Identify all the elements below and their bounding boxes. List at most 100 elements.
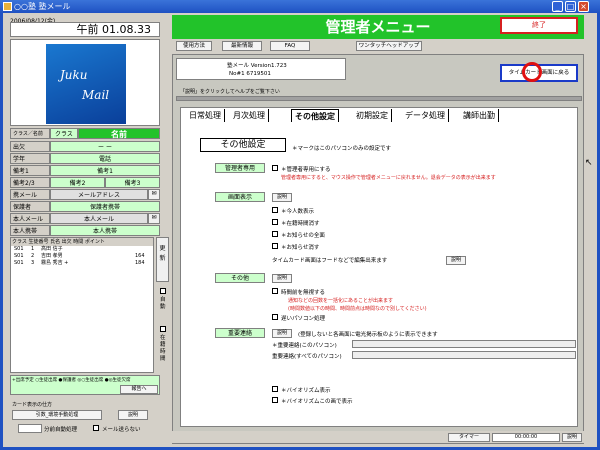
student-row[interactable]: S01 2 吉田 孝男 164 [11,253,153,260]
update-button[interactable]: 更新 [156,237,169,282]
minutes-label: 分前自動処理 [44,427,78,433]
important-help-button[interactable]: 説明 [272,329,292,338]
clock-display: 午前 01.08.33 [10,22,160,37]
menu-onetouch[interactable]: ワンタッチヘッドアップ [356,41,422,51]
minutes-input[interactable] [18,424,42,433]
attend-time-checkbox[interactable] [160,326,166,332]
menu-faq[interactable]: FAQ [270,41,310,51]
info-value-6: 本人メール [50,213,148,224]
display-label-3: ＊お知らせ消す [281,245,320,251]
class-value: クラス [50,128,78,139]
version-app: 塾メール Version1.723 [227,63,287,69]
display-label-1: ＊在籍時間消す [281,221,320,227]
info-label-5: 保護者 [10,201,50,212]
section-heading: その他設定 [200,138,286,152]
admin-only-label: ＊管理者専用にする [281,167,331,173]
cursor-icon: ↖ [585,158,593,168]
ignore-time-checkbox[interactable] [272,288,278,294]
student-name: 名前 [78,128,160,139]
important-title: 重要連絡 [215,328,265,338]
close-button[interactable]: × [578,1,589,12]
important-desc: (登録しないと各画面に電光掲示板のように表示できます [298,332,438,338]
display-label-0: ＊今人数表示 [281,209,315,215]
info-label-3: 備考2/3 [10,177,50,188]
info-label-7: 本人携帯 [10,225,50,236]
legend-text: +出席予定 ○生徒出席 ●保護者 ◎○生徒出席 ●◎生徒欠席 [12,378,131,383]
display-chk-2[interactable] [272,231,278,237]
auto-label: 自動 [160,297,166,310]
timer-value: 00:00:00 [492,433,560,442]
ignore-time-note-1: 通知などの回数を一括化にあることが出来ます [288,298,394,304]
exit-button[interactable]: 終了 [500,17,578,34]
biorhythm-checkbox[interactable] [272,386,278,392]
no-mail-label: メール送らない [102,427,141,433]
tab-other-settings[interactable]: その他設定 [291,109,339,122]
card-mode-select[interactable]: 引数_環境手動処理 [12,410,102,420]
mail-send-button-2[interactable]: ✉ [148,213,160,224]
maximize-button[interactable]: □ [565,1,576,12]
other-title: その他 [215,273,265,283]
info-value-2: 備考1 [50,165,160,176]
tab-data[interactable]: データ処理 [402,109,449,122]
info-label-4: 携メール [10,189,50,200]
admin-only-note: 管理者専用にすると、マウス操作で管理者メニューに戻れません。退会データの表示が出… [281,175,496,181]
content-area [180,107,578,427]
display-title: 画面表示 [215,192,265,202]
card-display-title: カード表示の仕方 [12,402,53,408]
window-title: ○○塾 塾メール [0,0,600,13]
info-value-0: ー ー [50,141,160,152]
timecard-help-button[interactable]: 説明 [446,256,466,265]
tab-daily[interactable]: 日常処理 [186,109,225,122]
section-heading-note: ＊マークはこのパソコンのみの設定です [292,146,392,152]
app-icon [3,2,12,11]
report-button[interactable]: 報告へ [120,385,158,394]
display-help-button[interactable]: 説明 [272,193,292,202]
ignore-time-label: 時間前を無視する [281,290,326,296]
tab-teacher[interactable]: 講師出勤 [460,109,499,122]
auto-checkbox[interactable] [160,288,166,294]
slow-pc-label: 遅いパソコン処理 [281,316,326,322]
ignore-time-note-2: (時間数値以下の時間、時間前点は時間なので別してください) [288,306,427,312]
card-help-button[interactable]: 説明 [118,410,148,420]
tab-initial-settings[interactable]: 初期設定 [353,109,392,122]
no-mail-checkbox[interactable] [93,425,99,431]
tab-monthly[interactable]: 月次処理 [230,109,269,122]
juku-mail-logo: Juku Mail [46,44,126,124]
student-row[interactable]: S01 1 高田 信子 [11,246,153,253]
student-row[interactable]: S01 3 霧島 秀吉 +184 [11,260,153,267]
timecard-edit-label: タイムカード画面はフードなどで編集出来ます [272,258,388,264]
highlight-circle [522,62,542,82]
slow-pc-checkbox[interactable] [272,314,278,320]
class-name-label: クラス／名前 [10,128,50,139]
biorhythm-here-label: ＊バイオリズムこの画で表示 [281,399,353,405]
info-value-4: メールアドレス [50,189,148,200]
divider-bar [176,96,582,101]
student-list-header: クラス 生徒番号 氏名 出欠 時間 ポイント [11,238,153,246]
important-all-input[interactable] [352,351,576,359]
mail-send-button[interactable]: ✉ [148,189,160,200]
timer-help-button[interactable]: 説明 [562,433,582,442]
info-value-7: 本人携帯 [50,225,160,236]
version-no: No#1 6719501 [229,71,271,77]
display-chk-3[interactable] [272,243,278,249]
biorhythm-here-checkbox[interactable] [272,397,278,403]
version-box: 塾メール Version1.723 No#1 6719501 [176,58,346,80]
timer-label: タイマー [448,433,490,442]
logo-frame: Juku Mail [10,39,160,126]
important-local-input[interactable] [352,340,576,348]
other-help-button[interactable]: 説明 [272,274,292,283]
info-label-2: 備考1 [10,165,50,176]
important-row-all-label: 重要連絡(すべてのパソコン) [272,354,342,360]
display-chk-1[interactable] [272,219,278,225]
student-list[interactable]: クラス 生徒番号 氏名 出欠 時間 ポイント S01 1 高田 信子 S01 2 吉田 … [10,237,154,373]
admin-title: 管理者専用 [215,163,265,173]
help-hint: 「説明」をクリックしてヘルプをご覧下さい [180,89,280,95]
info-label-0: 出欠 [10,141,50,152]
admin-only-checkbox[interactable] [272,165,278,171]
minimize-button[interactable]: _ [552,1,563,12]
info-value-1: 電話 [50,153,160,164]
attend-time-label: 在籍時間 [160,335,166,362]
display-chk-0[interactable] [272,207,278,213]
menu-latest[interactable]: 最新情報 [222,41,262,51]
menu-usage[interactable]: 使用方法 [176,41,212,51]
